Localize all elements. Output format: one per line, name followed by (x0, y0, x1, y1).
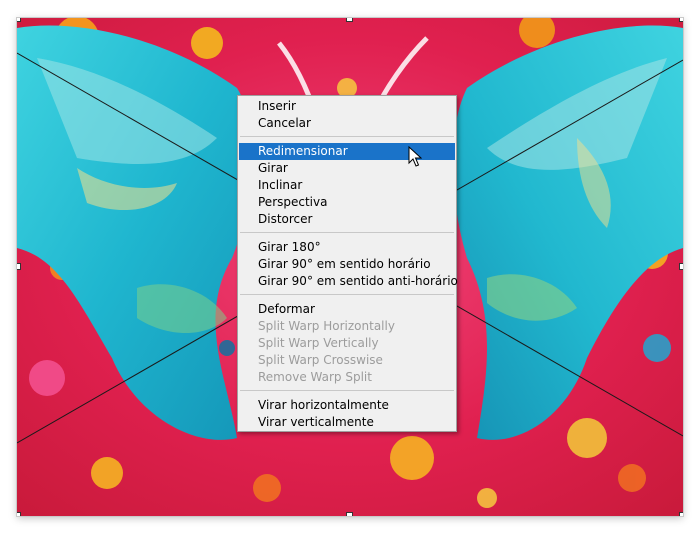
menu-item-distorcer[interactable]: Distorcer (239, 211, 455, 228)
menu-item-cancelar[interactable]: Cancelar (239, 115, 455, 132)
menu-separator (240, 136, 454, 137)
transform-handle-top-right[interactable] (679, 18, 683, 22)
menu-item-remove-warp-split: Remove Warp Split (258, 370, 372, 384)
menu-item-girar-90-anti-horario[interactable]: Girar 90° em sentido anti-horário (239, 273, 458, 290)
menu-item-split-warp-crosswise: Split Warp Crosswise (258, 353, 383, 367)
transform-handle-bottom-left[interactable] (17, 512, 21, 516)
menu-item-girar[interactable]: Girar (239, 160, 455, 177)
menu-item-girar-180[interactable]: Girar 180° (239, 239, 455, 256)
menu-item-inserir[interactable]: Inserir (239, 98, 455, 115)
menu-item-split-warp-vertically: Split Warp Vertically (258, 336, 379, 350)
transform-handle-middle-right[interactable] (679, 263, 683, 270)
menu-item-inclinar[interactable]: Inclinar (239, 177, 455, 194)
menu-item-virar-verticalmente[interactable]: Virar verticalmente (239, 414, 455, 431)
menu-item-split-warp-horizontally: Split Warp Horizontally (258, 319, 395, 333)
transform-handle-bottom-right[interactable] (679, 512, 683, 516)
menu-item-redimensionar[interactable]: Redimensionar (239, 143, 455, 160)
menu-item-perspectiva[interactable]: Perspectiva (239, 194, 455, 211)
menu-separator (240, 294, 454, 295)
transform-handle-bottom-center[interactable] (346, 512, 353, 516)
arrow-cursor-icon (408, 145, 423, 168)
menu-item-virar-horizontalmente[interactable]: Virar horizontalmente (239, 397, 455, 414)
transform-handle-top-left[interactable] (17, 18, 21, 22)
menu-item-deformar[interactable]: Deformar (239, 301, 455, 318)
transform-context-menu: Inserir Cancelar Redimensionar Girar Inc… (237, 95, 458, 432)
transform-handle-middle-left[interactable] (17, 263, 21, 270)
menu-item-girar-90-horario[interactable]: Girar 90° em sentido horário (239, 256, 455, 273)
menu-separator (240, 232, 454, 233)
menu-separator (240, 390, 454, 391)
transform-handle-top-center[interactable] (346, 18, 353, 22)
